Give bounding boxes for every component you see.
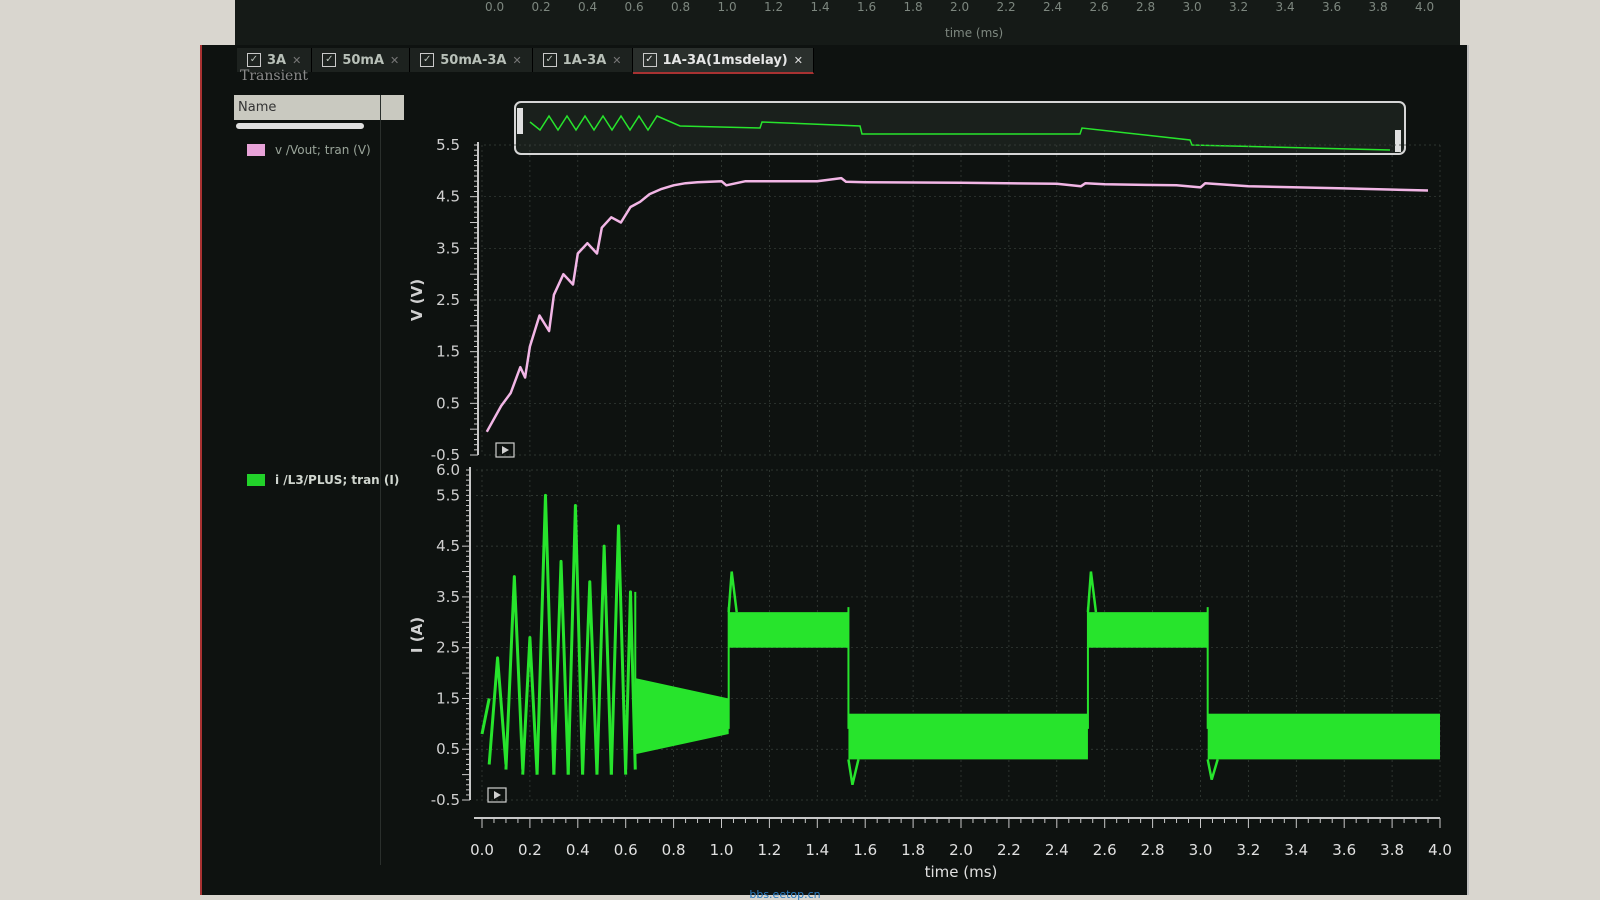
x-tick-label: 3.4 (1284, 841, 1308, 859)
x-tick-label: 1.8 (901, 841, 925, 859)
y-tick-label: 5.5 (436, 486, 460, 504)
y-tick-label: 2.5 (436, 291, 460, 309)
watermark-text: bbs.eetop.cn (749, 888, 820, 900)
series-line-vout (485, 176, 1429, 433)
series-band-current (848, 713, 1088, 760)
x-axis-label: time (ms) (925, 863, 998, 881)
series-line-current-ramp (480, 698, 491, 735)
series-line-current-peak (487, 656, 508, 765)
series-line-current-peak (624, 590, 637, 770)
series-spike-current (1086, 571, 1098, 613)
y-tick-label: 4.5 (436, 188, 460, 206)
y-tick-label: 5.5 (436, 136, 460, 154)
series-spike-current (727, 571, 738, 613)
x-tick-label: 1.0 (710, 841, 734, 859)
series-line-current-peak (609, 524, 628, 775)
x-tick-label: 1.6 (853, 841, 877, 859)
play-icon-glyph (494, 791, 501, 799)
series-band-current (635, 678, 729, 755)
x-tick-label: 0.2 (518, 841, 542, 859)
series-dip-current (847, 759, 860, 786)
overview-right-handle (1395, 130, 1401, 152)
x-tick-label: 2.2 (997, 841, 1021, 859)
x-tick-label: 1.4 (805, 841, 829, 859)
y-tick-label: 3.5 (436, 588, 460, 606)
series-band-current (1207, 713, 1440, 760)
x-tick-label: 2.6 (1093, 841, 1117, 859)
x-tick-label: 0.4 (566, 841, 590, 859)
y-tick-label: 3.5 (436, 239, 460, 257)
y-tick-label: 4.5 (436, 537, 460, 555)
y-tick-label: 0.5 (436, 394, 460, 412)
x-tick-label: 0.8 (662, 841, 686, 859)
x-tick-label: 3.2 (1236, 841, 1260, 859)
play-icon-glyph (502, 446, 509, 454)
x-tick-label: 0.6 (614, 841, 638, 859)
x-tick-label: 4.0 (1428, 841, 1452, 859)
x-tick-label: 1.2 (757, 841, 781, 859)
series-line-current-peak (552, 559, 570, 775)
y-tick-label: 6.0 (436, 461, 460, 479)
series-line-current-peak (566, 504, 585, 775)
series-band-current (1087, 612, 1208, 648)
y-axis-label: I (A) (408, 617, 426, 653)
overview-left-handle (517, 108, 523, 134)
x-tick-label: 3.0 (1189, 841, 1213, 859)
y-tick-label: 1.5 (436, 689, 460, 707)
y-tick-label: 0.5 (436, 740, 460, 758)
series-line-current-peak (535, 493, 556, 775)
x-tick-label: 3.8 (1380, 841, 1404, 859)
series-line-current-peak (504, 575, 525, 770)
series-dip-current (1206, 759, 1219, 781)
y-tick-label: -0.5 (431, 791, 460, 809)
y-tick-label: 2.5 (436, 639, 460, 657)
series-line-current-peak (595, 544, 613, 775)
y-axis-label: V (V) (408, 279, 426, 321)
x-tick-label: 2.4 (1045, 841, 1069, 859)
series-band-current (728, 612, 849, 648)
waveform-plot: 5.5 4.5 3.5 2.5 1.5 0.5 -0.5 V (V) 6.0 5.5 4.5 3.5 2… (408, 101, 1452, 900)
x-tick-label: 2.0 (949, 841, 973, 859)
x-tick-label: 0.0 (470, 841, 494, 859)
x-tick-label: 2.8 (1141, 841, 1165, 859)
y-tick-label: 1.5 (436, 343, 460, 361)
x-tick-label: 3.6 (1332, 841, 1356, 859)
series-line-current-peak (581, 580, 599, 775)
